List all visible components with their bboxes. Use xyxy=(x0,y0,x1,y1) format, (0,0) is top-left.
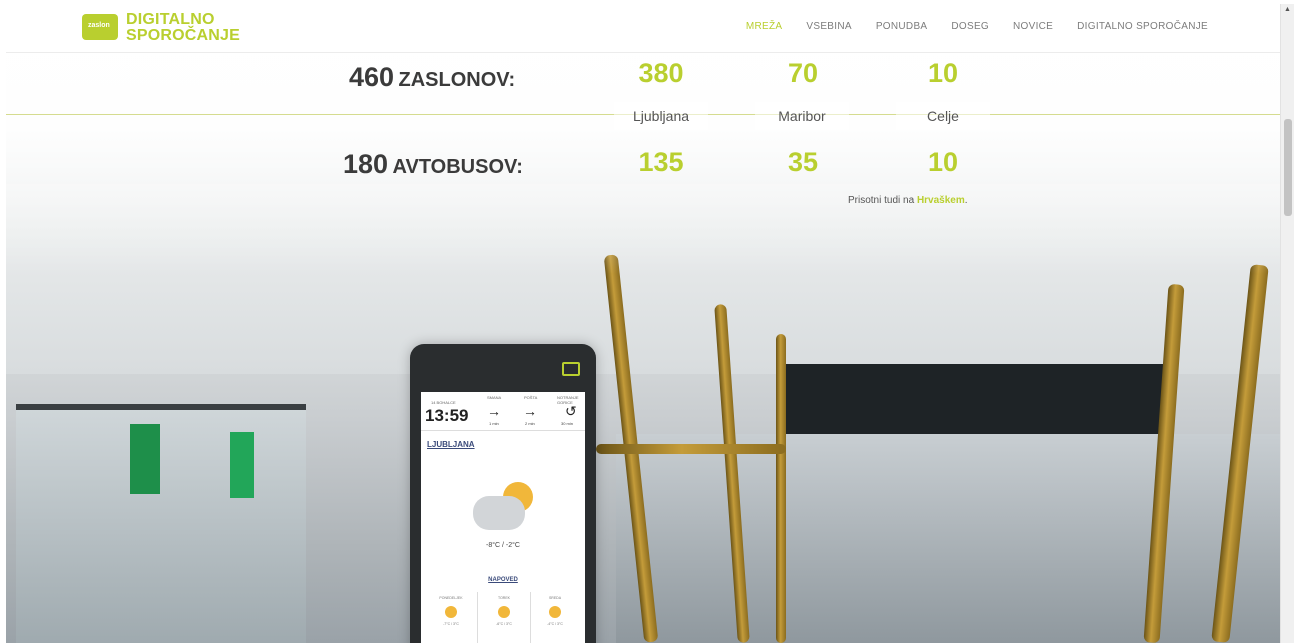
nav-link-doseg[interactable]: DOSEG xyxy=(951,21,989,32)
bus-interior-background xyxy=(6,4,1280,643)
nav-link-novice[interactable]: NOVICE xyxy=(1013,21,1053,32)
bus-window-right xyxy=(616,434,1280,643)
screens-ljubljana-value: 380 xyxy=(638,58,684,88)
brand-logo[interactable]: zaslon DIGITALNO SPOROČANJE xyxy=(82,12,242,46)
croatia-note-text: Prisotni tudi na xyxy=(848,195,917,206)
weather-temperature: -8°C / -2°C xyxy=(486,542,520,549)
buses-total-word: AVTOBUSOV: xyxy=(392,156,523,178)
nav-link-mreza[interactable]: MREŽA xyxy=(746,21,783,32)
croatia-note-suffix: . xyxy=(964,195,968,206)
buses-maribor-value: 35 xyxy=(787,147,819,177)
forecast-day-temp: -6°C / 3°C xyxy=(496,622,512,626)
sun-icon xyxy=(498,606,510,618)
bus-window-left xyxy=(16,404,306,643)
forecast-day: TOREK -6°C / 3°C xyxy=(477,592,531,643)
logo-line-1: DIGITALNO xyxy=(126,11,215,28)
screens-total-label: 460 ZASLONOV: xyxy=(349,62,515,93)
device-clock: 13:59 xyxy=(425,406,469,425)
sun-cloud-icon xyxy=(549,606,561,618)
departure-3-time: 30 min xyxy=(561,421,574,426)
forecast-day-name: SREDA xyxy=(548,596,562,600)
forecast-day-name: PONEDELJEK xyxy=(439,596,463,600)
forecast-title: NAPOVED xyxy=(488,577,518,583)
departures-row: 14 BOHALCE 13:59 SMANA → 1 min POŠTA → 2… xyxy=(421,392,585,431)
cloud-icon xyxy=(473,496,525,530)
main-menu: MREŽA VSEBINA PONUDBA DOSEG NOVICE DIGIT… xyxy=(746,21,1208,32)
city-label-celje: Celje xyxy=(896,102,990,130)
arrow-right-icon: → xyxy=(487,403,501,419)
scroll-up-arrow-icon[interactable]: ▲ xyxy=(1284,6,1291,13)
digital-display-device: 14 BOHALCE 13:59 SMANA → 1 min POŠTA → 2… xyxy=(410,344,596,643)
croatia-link[interactable]: Hrvaškem xyxy=(917,195,965,206)
screens-total-word: ZASLONOV: xyxy=(398,69,516,91)
bus-sticker-right xyxy=(230,432,254,498)
sun-icon xyxy=(445,606,457,618)
nav-link-digitalno-sporocanje[interactable]: DIGITALNO SPOROČANJE xyxy=(1077,21,1208,32)
departure-2-time: 2 min xyxy=(525,421,535,426)
croatia-note: Prisotni tudi na Hrvaškem. xyxy=(848,195,968,206)
buses-total-label: 180 AVTOBUSOV: xyxy=(343,149,523,180)
device-date: 14 BOHALCE xyxy=(431,400,456,405)
top-navigation: zaslon DIGITALNO SPOROČANJE MREŽA VSEBIN… xyxy=(6,4,1280,53)
handrail-horizontal xyxy=(596,444,786,454)
page: zaslon DIGITALNO SPOROČANJE MREŽA VSEBIN… xyxy=(6,4,1280,643)
handrail xyxy=(776,334,786,643)
screens-maribor-value: 70 xyxy=(787,58,819,88)
forecast-day-name: TOREK xyxy=(498,596,510,600)
bus-icon xyxy=(562,362,580,376)
screens-total-number: 460 xyxy=(349,62,395,92)
return-arrow-icon: ↺ xyxy=(565,403,577,419)
bus-sticker-left xyxy=(130,424,160,494)
forecast-day-temp: -4°C / 3°C xyxy=(547,622,563,626)
nav-link-vsebina[interactable]: VSEBINA xyxy=(806,21,851,32)
bus-display-panel xyxy=(786,364,1166,434)
forecast-day: SREDA -4°C / 3°C xyxy=(529,592,581,643)
city-label-ljubljana: Ljubljana xyxy=(614,102,708,130)
arrow-right-icon: → xyxy=(523,403,537,419)
departure-1-time: 1 min xyxy=(489,421,499,426)
buses-ljubljana-value: 135 xyxy=(638,147,684,177)
nav-link-ponudba[interactable]: PONUDBA xyxy=(876,21,928,32)
scrollbar-thumb[interactable] xyxy=(1284,119,1292,216)
buses-total-number: 180 xyxy=(343,149,389,179)
weather-city: LJUBLJANA xyxy=(427,440,475,449)
logo-line-2: SPOROČANJE xyxy=(126,27,241,44)
logo-badge-text: zaslon xyxy=(88,22,110,29)
city-label-maribor: Maribor xyxy=(755,102,849,130)
forecast-day: PONEDELJEK -7°C / 3°C xyxy=(425,592,477,643)
screens-celje-value: 10 xyxy=(927,58,959,88)
buses-celje-value: 10 xyxy=(927,147,959,177)
departure-2-title: POŠTA xyxy=(524,395,538,400)
device-screen: 14 BOHALCE 13:59 SMANA → 1 min POŠTA → 2… xyxy=(421,392,585,643)
forecast-day-temp: -7°C / 3°C xyxy=(443,622,459,626)
page-scrollbar[interactable]: ▲ xyxy=(1280,4,1294,643)
logo-badge: zaslon xyxy=(82,14,118,40)
departure-1-title: SMANA xyxy=(487,395,502,400)
